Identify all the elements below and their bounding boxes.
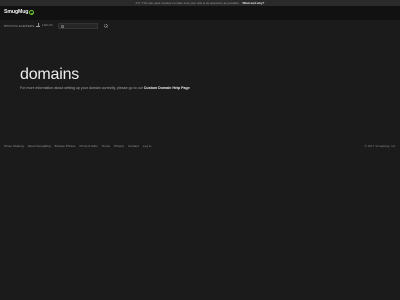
- nav-bar: PHOTOS &AMPERS LOG IN: [0, 20, 400, 32]
- custom-domain-help-link[interactable]: Custom Domain Help Page: [144, 86, 190, 90]
- cookie-notice-text: FYI: This site uses cookies to make sure…: [135, 1, 240, 5]
- login-icon: [36, 23, 40, 27]
- smugmug-logo-icon: [29, 9, 35, 15]
- footer-links: Photo Sharing About SmugMug Browse Photo…: [4, 144, 151, 148]
- search-icon: [61, 25, 64, 28]
- copyright: © 2017 SmugMug, Inc.: [364, 144, 396, 148]
- nav-photos-label[interactable]: PHOTOS &AMPERS: [4, 24, 34, 28]
- footer: Photo Sharing About SmugMug Browse Photo…: [4, 143, 396, 149]
- search-box[interactable]: [58, 23, 98, 29]
- footer-link-terms[interactable]: Terms: [102, 144, 110, 148]
- footer-link-prints-gifts[interactable]: Prints & Gifts: [79, 144, 97, 148]
- footer-link-photo-sharing[interactable]: Photo Sharing: [4, 144, 24, 148]
- search-input[interactable]: [65, 24, 97, 29]
- help-info: For more information about setting up yo…: [20, 86, 190, 90]
- top-bar: SmugMug: [0, 6, 400, 20]
- footer-link-browse-photos[interactable]: Browse Photos: [55, 144, 76, 148]
- smugmug-logo[interactable]: SmugMug: [4, 9, 35, 15]
- help-info-text: For more information about setting up yo…: [20, 86, 143, 90]
- page-title: domains: [20, 66, 80, 83]
- login-button[interactable]: LOG IN: [36, 23, 53, 27]
- footer-link-about[interactable]: About SmugMug: [28, 144, 51, 148]
- footer-link-contact[interactable]: Contact: [128, 144, 139, 148]
- footer-link-log-in[interactable]: Log In: [143, 144, 152, 148]
- login-label: LOG IN: [42, 23, 53, 27]
- gear-icon[interactable]: [104, 24, 108, 28]
- footer-link-privacy[interactable]: Privacy: [114, 144, 124, 148]
- cookie-notice-link[interactable]: What and why?: [242, 1, 264, 5]
- logo-text: SmugMug: [4, 9, 29, 15]
